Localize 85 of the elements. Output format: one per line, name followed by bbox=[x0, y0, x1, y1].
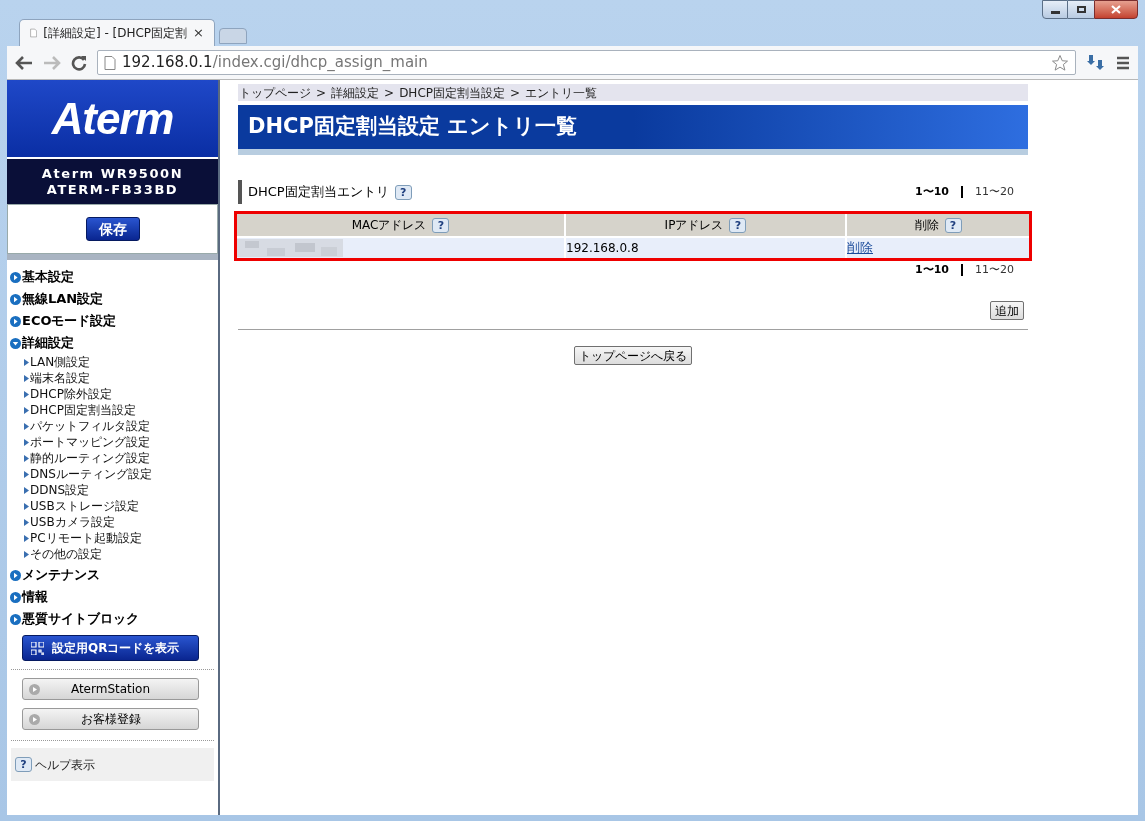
back-to-top-button[interactable]: トップページへ戻る bbox=[574, 345, 692, 365]
back-icon[interactable] bbox=[15, 55, 33, 70]
breadcrumb-item: エントリ一覧 bbox=[525, 84, 598, 101]
bullet-icon bbox=[24, 550, 29, 558]
submenu-item[interactable]: USBカメラ設定 bbox=[24, 514, 218, 530]
menu-item[interactable]: 基本設定 bbox=[10, 266, 218, 288]
bullet-icon bbox=[24, 358, 29, 366]
play-icon bbox=[29, 683, 40, 695]
reload-icon[interactable] bbox=[71, 54, 87, 71]
menu-item[interactable]: ECOモード設定 bbox=[10, 310, 218, 332]
submenu-item[interactable]: USBストレージ設定 bbox=[24, 498, 218, 514]
play-icon bbox=[29, 713, 40, 725]
breadcrumb-separator: > bbox=[384, 84, 395, 101]
submenu-item[interactable]: DHCP固定割当設定 bbox=[24, 402, 218, 418]
model-name: Aterm WR9500N bbox=[41, 165, 184, 182]
qr-code-icon bbox=[31, 641, 44, 655]
bullet-icon bbox=[24, 454, 29, 462]
submenu-item[interactable]: ポートマッピング設定 bbox=[24, 434, 218, 450]
tab-title: [詳細設定] - [DHCP固定割 bbox=[43, 25, 188, 42]
submenu-item[interactable]: PCリモート起動設定 bbox=[24, 530, 218, 546]
pager-link[interactable]: 1〜10 bbox=[915, 262, 949, 279]
breadcrumb-item[interactable]: 詳細設定 bbox=[331, 84, 380, 101]
breadcrumb-separator: > bbox=[510, 84, 521, 101]
submenu-item[interactable]: 静的ルーティング設定 bbox=[24, 450, 218, 466]
menu-item[interactable]: 悪質サイトブロック bbox=[10, 608, 218, 630]
add-button[interactable]: 追加 bbox=[990, 300, 1024, 320]
bullet-icon bbox=[24, 390, 29, 398]
menu-icon[interactable] bbox=[1116, 55, 1130, 70]
breadcrumb-separator: > bbox=[316, 84, 327, 101]
delete-link[interactable]: 削除 bbox=[847, 238, 873, 258]
browser-tab[interactable]: [詳細設定] - [DHCP固定割 × bbox=[19, 19, 215, 46]
bullet-icon bbox=[24, 406, 29, 414]
column-header: MACアドレス ? bbox=[237, 214, 564, 236]
link-button[interactable]: AtermStation bbox=[22, 678, 199, 700]
link-button[interactable]: お客様登録 bbox=[22, 708, 199, 730]
maximize-button[interactable] bbox=[1068, 0, 1094, 19]
url-text: 192.168.0.1/index.cgi/dhcp_assign_main bbox=[122, 52, 428, 74]
bullet-icon bbox=[24, 438, 29, 446]
submenu-item[interactable]: その他の設定 bbox=[24, 546, 218, 562]
menu-item[interactable]: メンテナンス bbox=[10, 564, 218, 586]
tab-close-button[interactable]: × bbox=[193, 23, 204, 43]
help-icon[interactable]: ? bbox=[729, 217, 747, 233]
submenu-item[interactable]: LAN側設定 bbox=[24, 354, 218, 370]
help-link[interactable]: ヘルプ表示 bbox=[35, 755, 95, 774]
bullet-icon bbox=[24, 470, 29, 478]
download-arrows-icon[interactable] bbox=[1086, 53, 1106, 72]
bullet-icon bbox=[24, 422, 29, 430]
qr-code-button[interactable]: 設定用QRコードを表示 bbox=[22, 635, 199, 661]
submenu-item[interactable]: 端末名設定 bbox=[24, 370, 218, 386]
save-button[interactable]: 保存 bbox=[85, 217, 140, 241]
breadcrumb-item[interactable]: トップページ bbox=[239, 84, 311, 101]
page-icon bbox=[30, 26, 38, 40]
help-icon[interactable]: ? bbox=[394, 184, 412, 200]
bullet-icon bbox=[24, 486, 29, 494]
table-cell: 192.168.0.8 bbox=[566, 238, 845, 258]
logo-text: Aterm bbox=[51, 92, 174, 145]
menu-item[interactable]: 無線LAN設定 bbox=[10, 288, 218, 310]
bullet-icon bbox=[24, 502, 29, 510]
pager-link[interactable]: 11〜20 bbox=[975, 262, 1014, 279]
address-bar[interactable]: 192.168.0.1/index.cgi/dhcp_assign_main bbox=[97, 50, 1076, 75]
close-icon bbox=[1111, 5, 1121, 14]
pager-link[interactable]: 11〜20 bbox=[975, 183, 1014, 201]
page-icon bbox=[104, 55, 116, 70]
bullet-icon bbox=[24, 534, 29, 542]
help-icon[interactable]: ? bbox=[15, 757, 32, 772]
column-header: 削除 ? bbox=[847, 214, 1029, 236]
submenu-item[interactable]: パケットフィルタ設定 bbox=[24, 418, 218, 434]
submenu-item[interactable]: DNSルーティング設定 bbox=[24, 466, 218, 482]
column-header: IPアドレス ? bbox=[566, 214, 845, 236]
minimize-button[interactable] bbox=[1042, 0, 1068, 19]
section-heading: DHCP固定割当エントリ ? bbox=[238, 180, 412, 204]
menu-item[interactable]: 詳細設定 bbox=[10, 332, 218, 354]
bullet-icon bbox=[24, 374, 29, 382]
close-button[interactable] bbox=[1094, 0, 1138, 19]
page-title: DHCP固定割当設定 エントリ一覧 bbox=[248, 113, 578, 141]
menu-item[interactable]: 情報 bbox=[10, 586, 218, 608]
device-name: ATERM-FB33BD bbox=[46, 181, 179, 198]
bullet-icon bbox=[24, 518, 29, 526]
help-icon[interactable]: ? bbox=[944, 217, 962, 233]
submenu-item[interactable]: DDNS設定 bbox=[24, 482, 218, 498]
submenu-item[interactable]: DHCP除外設定 bbox=[24, 386, 218, 402]
star-icon[interactable] bbox=[1051, 53, 1069, 72]
pager-link[interactable]: 1〜10 bbox=[915, 183, 949, 201]
help-icon[interactable]: ? bbox=[432, 217, 450, 233]
breadcrumb-item[interactable]: DHCP固定割当設定 bbox=[399, 84, 505, 101]
